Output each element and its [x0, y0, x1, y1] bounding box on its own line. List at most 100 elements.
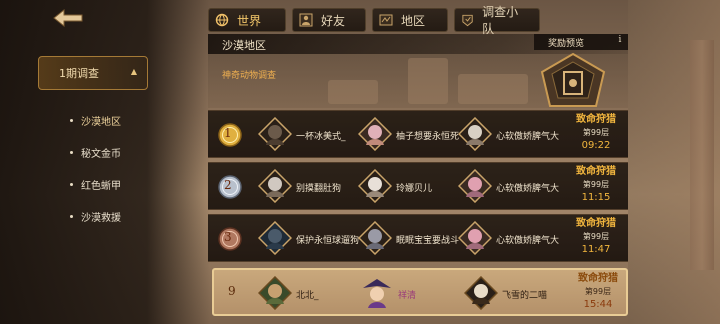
table-row[interactable]: 1 一杯冰美式_ 柚子想要永恒死 心软傲娇脾气大 致命狩猎 第99层 09:22 [208, 110, 628, 158]
tab-world[interactable]: 世界 [208, 8, 286, 32]
tab-label: 好友 [321, 13, 346, 28]
sidebar-item-label: 红色蜥甲 [81, 180, 121, 192]
sidebar-item-desert[interactable]: 沙漠地区 [70, 104, 170, 136]
match-result: 致命狩猎 第99层 09:22 [566, 113, 626, 157]
player-slot[interactable]: 北北_ [258, 276, 358, 312]
chevron-up-icon: ▲ [130, 67, 137, 76]
sidebar-item-lizard[interactable]: 红色蜥甲 [70, 168, 170, 200]
period-selector[interactable]: 1期调查 ▲ [38, 56, 148, 90]
player-name: 眠眠宝宝要战斗 [396, 236, 460, 246]
player-slot[interactable]: 一杯冰美式_ [258, 117, 358, 153]
info-icon: i [618, 35, 622, 45]
player-slot[interactable]: 保护永恒球遛狗 [258, 221, 359, 257]
reward-label-text: 奖励预览 [548, 38, 585, 49]
table-row[interactable]: 3 保护永恒球遛狗 眠眠宝宝要战斗 心软傲娇脾气大 致命狩猎 第99层 11:4… [208, 214, 628, 262]
rank-number: 3 [224, 230, 232, 244]
result-label: 致命狩猎 [576, 114, 616, 125]
player-name: 祥清 [398, 291, 417, 301]
table-row[interactable]: 2 别摸翻肚狗 玲娜贝儿 心软傲娇脾气大 致命狩猎 第99层 11:15 [208, 162, 628, 210]
player-name: 玲娜贝儿 [396, 184, 433, 194]
player-slot[interactable]: 祥清 [360, 276, 460, 312]
match-result: 致命狩猎 第99层 15:44 [568, 272, 628, 316]
avatar [258, 276, 292, 310]
avatar [458, 221, 492, 255]
result-label: 致命狩猎 [578, 273, 618, 284]
player-name: 保护永恒球遛狗 [296, 236, 360, 246]
result-label: 致命狩猎 [576, 218, 616, 229]
result-floor: 第99层 [582, 180, 610, 189]
player-name: 北北_ [296, 291, 319, 301]
region-list: 沙漠地区 秘文金币 红色蜥甲 沙漠救援 [70, 104, 170, 232]
player-slot[interactable]: 飞雪的二喵 [464, 276, 564, 312]
rank-number: 2 [224, 178, 232, 192]
result-time: 09:22 [581, 140, 611, 151]
player-slot[interactable]: 别摸翻肚狗 [258, 169, 358, 205]
player-slot[interactable]: 柚子想要永恒死 [358, 117, 459, 153]
friends-icon [299, 13, 313, 27]
bullet-icon [70, 214, 73, 218]
avatar [358, 221, 392, 255]
banner-title: 沙漠地区 [222, 39, 266, 52]
player-name: 别摸翻肚狗 [296, 184, 342, 194]
avatar [258, 117, 292, 151]
result-label: 致命狩猎 [576, 166, 616, 177]
sidebar-item-rescue[interactable]: 沙漠救援 [70, 200, 170, 232]
squad-icon [462, 14, 473, 27]
result-floor: 第99层 [582, 128, 610, 137]
player-name: 心软傲娇脾气大 [496, 184, 560, 194]
scenery-arch [458, 74, 528, 104]
info-button[interactable]: i [614, 35, 626, 49]
my-rank-row[interactable]: 9 北北_ 祥清 飞雪的二喵 致命狩猎 第99层 15:44 [212, 268, 628, 316]
scenery-rock [328, 80, 378, 104]
reward-badge-icon[interactable] [538, 52, 608, 108]
tab-friends[interactable]: 好友 [292, 8, 366, 32]
background-pillar [690, 40, 714, 270]
player-slot[interactable]: 心软傲娇脾气大 [458, 169, 559, 205]
player-slot[interactable]: 眠眠宝宝要战斗 [358, 221, 459, 257]
player-slot[interactable]: 玲娜贝儿 [358, 169, 458, 205]
scenery-rock [408, 58, 448, 104]
period-label: 1期调查 [59, 67, 99, 80]
player-name: 一杯冰美式_ [296, 132, 346, 142]
player-name: 心软傲娇脾气大 [496, 132, 560, 142]
result-time: 15:44 [583, 299, 613, 310]
rank-number: 1 [224, 126, 232, 140]
banner-subtitle: 神奇动物调查 [222, 71, 277, 81]
tab-region[interactable]: 地区 [372, 8, 448, 32]
player-slot[interactable]: 心软傲娇脾气大 [458, 117, 559, 153]
region-icon [379, 14, 393, 26]
bullet-icon [70, 182, 73, 186]
match-result: 致命狩猎 第99层 11:47 [566, 217, 626, 261]
avatar [358, 117, 392, 151]
match-result: 致命狩猎 第99层 11:15 [566, 165, 626, 209]
tab-bar: 世界 好友 地区 调查小队 [208, 5, 540, 36]
bullet-icon [70, 150, 73, 154]
avatar [258, 221, 292, 255]
avatar [363, 279, 391, 308]
result-time: 11:15 [581, 192, 611, 203]
sidebar-item-label: 秘文金币 [81, 148, 121, 160]
back-arrow-icon[interactable] [52, 8, 84, 28]
avatar [258, 169, 292, 203]
avatar [464, 276, 498, 310]
avatar [358, 169, 392, 203]
tab-squad[interactable]: 调查小队 [454, 5, 540, 36]
tab-label: 世界 [237, 13, 262, 28]
tab-label: 调查小队 [482, 5, 519, 36]
result-floor: 第99层 [584, 287, 612, 296]
bullet-icon [70, 118, 73, 122]
rank-number: 9 [228, 284, 236, 298]
sidebar-item-coin[interactable]: 秘文金币 [70, 136, 170, 168]
player-name: 柚子想要永恒死 [396, 132, 460, 142]
player-name: 飞雪的二喵 [502, 291, 548, 301]
avatar [458, 117, 492, 151]
sidebar-item-label: 沙漠救援 [81, 212, 121, 224]
player-name: 心软傲娇脾气大 [496, 236, 560, 246]
globe-icon [215, 13, 229, 27]
result-time: 11:47 [581, 244, 611, 255]
tab-label: 地区 [401, 13, 426, 28]
result-floor: 第99层 [582, 232, 610, 241]
sidebar-item-label: 沙漠地区 [81, 116, 121, 128]
player-slot[interactable]: 心软傲娇脾气大 [458, 221, 559, 257]
avatar [458, 169, 492, 203]
